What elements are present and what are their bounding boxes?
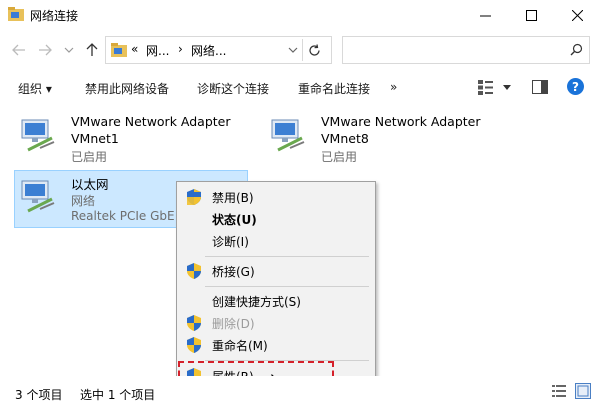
large-icons-view-icon[interactable] [575, 383, 591, 399]
close-button[interactable] [554, 0, 600, 30]
arrow-left-icon [12, 44, 25, 56]
list-item-vmnet8[interactable]: VMware Network Adapter VMnet8 已启用 [264, 110, 504, 166]
search-icon [570, 43, 583, 56]
adapter-name: VMware Network Adapter [321, 114, 481, 129]
up-button[interactable] [83, 41, 101, 59]
command-bar: 组织 ▾ 禁用此网络设备 诊断这个连接 重命名此连接 » ? [0, 70, 600, 105]
adapter-name: 以太网 [71, 177, 109, 192]
maximize-button[interactable] [508, 0, 554, 30]
svg-text:?: ? [572, 80, 579, 94]
details-view-icon[interactable] [552, 384, 566, 398]
forward-button[interactable] [36, 41, 54, 59]
menu-label: 桥接(G) [212, 265, 255, 279]
menu-item-status[interactable]: 状态(U) [177, 208, 375, 230]
arrow-up-icon [86, 43, 98, 56]
menu-label: 重命名(M) [212, 339, 268, 353]
network-adapter-icon [21, 119, 55, 152]
menu-label: 状态(U) [212, 213, 257, 227]
recent-locations-button[interactable] [60, 41, 78, 59]
change-view-icon[interactable] [478, 80, 496, 95]
rename-button[interactable]: 重命名此连接 [298, 80, 370, 97]
menu-separator [205, 286, 369, 287]
menu-label: 删除(D) [212, 317, 255, 331]
adapter-name-line2: VMnet1 [71, 131, 119, 146]
shield-icon [187, 189, 201, 205]
more-commands-button[interactable]: » [390, 80, 397, 94]
breadcrumb-separator[interactable]: › [178, 42, 183, 56]
adapter-name: VMware Network Adapter [71, 114, 231, 129]
window-title: 网络连接 [30, 9, 79, 23]
disable-device-button[interactable]: 禁用此网络设备 [85, 80, 169, 97]
view-dropdown-icon[interactable] [503, 85, 511, 90]
preview-pane-icon[interactable] [532, 80, 548, 94]
adapter-name-line2: VMnet8 [321, 131, 369, 146]
breadcrumb-segment-1[interactable]: 网... [146, 42, 169, 59]
network-folder-icon [111, 43, 127, 57]
chevron-down-icon[interactable] [288, 47, 298, 53]
shield-icon [187, 337, 201, 353]
close-icon [571, 9, 583, 21]
minimize-icon [479, 15, 491, 16]
shield-icon [187, 263, 201, 279]
status-bar: 3 个项目 选中 1 个项目 [0, 376, 600, 406]
adapter-device: Realtek PCIe GbE F [71, 209, 186, 223]
menu-item-bridge[interactable]: 桥接(G) [177, 260, 375, 282]
menu-item-rename[interactable]: 重命名(M) [177, 334, 375, 356]
menu-item-create-shortcut[interactable]: 创建快捷方式(S) [177, 290, 375, 312]
search-input[interactable] [342, 36, 590, 64]
address-row: « 网... › 网络... [0, 30, 600, 70]
menu-separator [205, 256, 369, 257]
menu-label: 创建快捷方式(S) [212, 295, 301, 309]
menu-item-delete[interactable]: 删除(D) [177, 312, 375, 334]
address-bar[interactable]: « 网... › 网络... [105, 36, 332, 64]
address-prefix[interactable]: « [131, 42, 138, 56]
network-adapter-icon [271, 119, 305, 152]
arrow-right-icon [39, 44, 52, 56]
refresh-button[interactable] [302, 39, 325, 61]
adapter-status: 已启用 [71, 150, 108, 164]
organize-menu[interactable]: 组织 ▾ [18, 80, 52, 97]
help-icon[interactable]: ? [567, 78, 584, 95]
title-bar: 网络连接 [0, 0, 600, 30]
adapter-status: 已启用 [321, 150, 358, 164]
adapter-network: 网络 [71, 194, 96, 208]
menu-item-diagnose[interactable]: 诊断(I) [177, 230, 375, 252]
diagnose-button[interactable]: 诊断这个连接 [197, 80, 269, 97]
refresh-icon [308, 43, 320, 56]
breadcrumb-segment-2[interactable]: 网络... [191, 42, 226, 59]
menu-label: 诊断(I) [212, 235, 249, 249]
menu-item-disable[interactable]: 禁用(B) [177, 186, 375, 208]
shield-icon [187, 315, 201, 331]
chevron-down-icon [64, 47, 74, 53]
selected-count: 选中 1 个项目 [80, 388, 156, 402]
minimize-button[interactable] [462, 0, 508, 30]
back-button[interactable] [10, 41, 28, 59]
list-item-vmnet1[interactable]: VMware Network Adapter VMnet1 已启用 [14, 110, 254, 166]
menu-label: 禁用(B) [212, 191, 254, 205]
maximize-icon [525, 9, 537, 21]
network-folder-icon [8, 7, 24, 21]
network-adapter-icon [21, 180, 55, 213]
item-count: 3 个项目 [15, 388, 63, 402]
